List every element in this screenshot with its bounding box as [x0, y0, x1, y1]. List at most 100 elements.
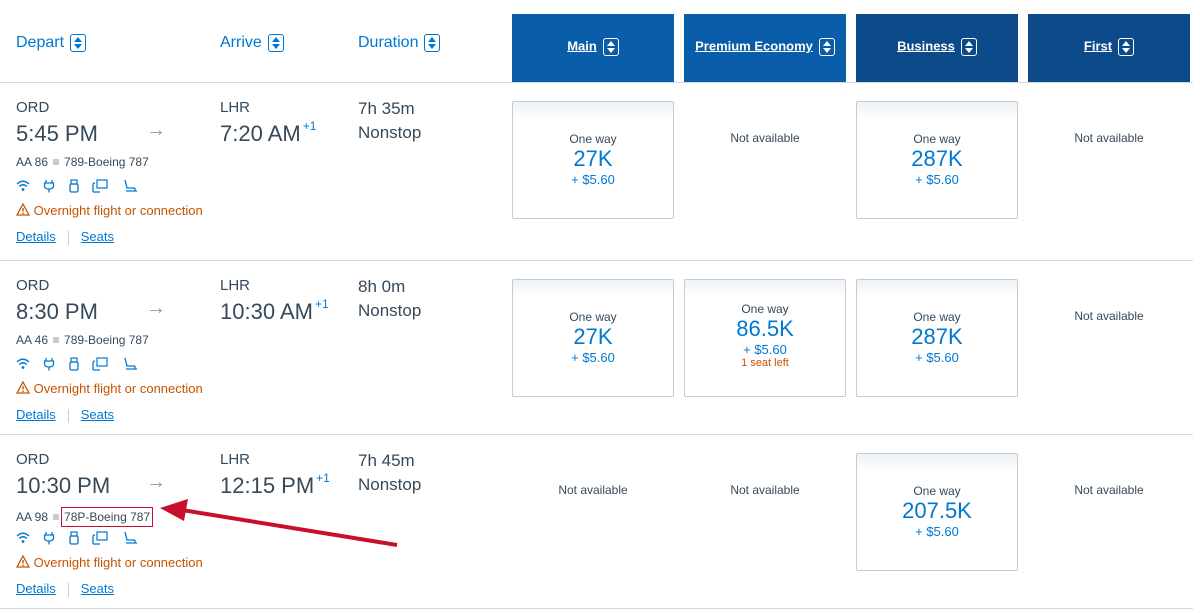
overnight-warning: Overnight flight or connection — [15, 202, 203, 218]
flight-number: AA 86 — [16, 155, 49, 169]
flight-info: AA 86 789-Boeing 787 — [16, 155, 149, 169]
wifi-icon — [16, 531, 30, 550]
cabin-header-first[interactable]: First — [1028, 14, 1190, 82]
usb-icon — [69, 179, 79, 198]
seats-link[interactable]: Seats — [81, 229, 114, 244]
day-offset: +1 — [302, 119, 317, 133]
separator — [67, 408, 69, 423]
overnight-warning: Overnight flight or connection — [15, 554, 203, 570]
depart-time: 5:45 PM — [16, 121, 98, 146]
warning-icon — [15, 202, 31, 218]
overnight-warning-text: Overnight flight or connection — [33, 381, 203, 396]
sort-icon — [267, 34, 284, 52]
depart-time: 8:30 PM — [16, 299, 98, 324]
fare-option[interactable]: One way 287K + $5.60 — [856, 279, 1018, 397]
sort-icon — [818, 38, 835, 56]
fare-option[interactable]: One way 86.5K + $5.60 1 seat left — [684, 279, 846, 397]
separator — [53, 159, 60, 166]
wifi-icon — [16, 357, 30, 376]
day-offset: +1 — [314, 297, 329, 311]
fare-label: One way — [913, 484, 961, 498]
flight-number: AA 46 — [16, 333, 49, 347]
fare-option[interactable]: One way 27K + $5.60 — [512, 101, 674, 219]
fare-miles: 287K — [911, 146, 963, 171]
separator — [53, 337, 60, 344]
aircraft-type: 789-Boeing 787 — [64, 333, 149, 347]
fare-miles: 27K — [573, 324, 613, 349]
fare-tax: + $5.60 — [571, 172, 615, 187]
destination-airport: LHR — [220, 99, 251, 116]
destination-airport: LHR — [220, 451, 251, 468]
aircraft-type: 789-Boeing 787 — [64, 155, 149, 169]
details-link[interactable]: Details — [16, 581, 56, 596]
stops: Nonstop — [358, 301, 422, 320]
arrive-time: 7:20 AM +1 — [220, 119, 317, 147]
arrive-time-value: 10:30 AM — [220, 299, 313, 324]
seats-left: 1 seat left — [741, 357, 789, 369]
arrow-right-icon: → — [146, 297, 166, 319]
arrive-time-value: 7:20 AM — [220, 121, 301, 146]
fare-label: One way — [741, 302, 789, 316]
fare-unavailable: Not available — [1028, 279, 1190, 397]
fare-tax: + $5.60 — [915, 350, 959, 365]
not-available-label: Not available — [558, 483, 628, 497]
fare-option[interactable]: One way 287K + $5.60 — [856, 101, 1018, 219]
sort-icon — [424, 34, 441, 52]
cabin-header-business[interactable]: Business — [856, 14, 1018, 82]
fare-tax: + $5.60 — [571, 350, 615, 365]
power-outlet-icon — [43, 179, 55, 198]
not-available-label: Not available — [730, 131, 800, 145]
sort-arrive[interactable]: Arrive — [220, 34, 284, 52]
cabin-header-main[interactable]: Main — [512, 14, 674, 82]
sort-icon — [70, 34, 87, 52]
entertainment-icon — [92, 179, 108, 198]
sort-depart-label: Depart — [16, 34, 65, 52]
sort-arrive-label: Arrive — [220, 34, 262, 52]
origin-airport: ORD — [16, 277, 50, 294]
arrive-time-value: 12:15 PM — [220, 473, 315, 498]
stops: Nonstop — [358, 123, 422, 142]
fare-unavailable: Not available — [1028, 453, 1190, 571]
separator — [53, 514, 60, 521]
details-link[interactable]: Details — [16, 407, 56, 422]
not-available-label: Not available — [1074, 483, 1144, 497]
destination-airport: LHR — [220, 277, 251, 294]
fare-label: One way — [569, 132, 617, 146]
origin-airport: ORD — [16, 451, 50, 468]
amenities — [16, 357, 147, 373]
flight-links: Details Seats — [16, 581, 114, 597]
overnight-warning-text: Overnight flight or connection — [33, 203, 203, 218]
arrow-right-icon: → — [146, 471, 166, 493]
stops: Nonstop — [358, 475, 422, 494]
details-link[interactable]: Details — [16, 229, 56, 244]
amenities — [16, 179, 147, 195]
cabin-header-label: First — [1083, 38, 1113, 54]
usb-icon — [69, 357, 79, 376]
lie-flat-seat-icon — [122, 531, 138, 550]
cabin-header-premium-economy[interactable]: Premium Economy — [684, 14, 846, 82]
flight-row: ORD 5:45 PM → LHR 7:20 AM +1 7h 35m Nonst… — [0, 83, 1200, 257]
fare-tax: + $5.60 — [915, 524, 959, 539]
aircraft-type: 78P-Boeing 787 — [61, 507, 154, 527]
fare-option[interactable]: One way 207.5K + $5.60 — [856, 453, 1018, 571]
depart-time: 10:30 PM — [16, 473, 111, 498]
sort-icon — [602, 38, 619, 56]
fare-miles: 287K — [911, 324, 963, 349]
seats-link[interactable]: Seats — [81, 581, 114, 596]
power-outlet-icon — [43, 531, 55, 550]
sort-depart[interactable]: Depart — [16, 34, 87, 52]
amenities — [16, 531, 147, 547]
entertainment-icon — [92, 531, 108, 550]
overnight-warning: Overnight flight or connection — [15, 380, 203, 396]
sort-duration[interactable]: Duration — [358, 34, 441, 52]
fare-option[interactable]: One way 27K + $5.60 — [512, 279, 674, 397]
wifi-icon — [16, 179, 30, 198]
flight-info: AA 46 789-Boeing 787 — [16, 333, 149, 347]
sort-icon — [1118, 38, 1135, 56]
fare-label: One way — [913, 132, 961, 146]
seats-link[interactable]: Seats — [81, 407, 114, 422]
flight-duration: 7h 45m — [358, 451, 415, 470]
arrive-time: 12:15 PM +1 — [220, 471, 330, 499]
not-available-label: Not available — [730, 483, 800, 497]
origin-airport: ORD — [16, 99, 50, 116]
